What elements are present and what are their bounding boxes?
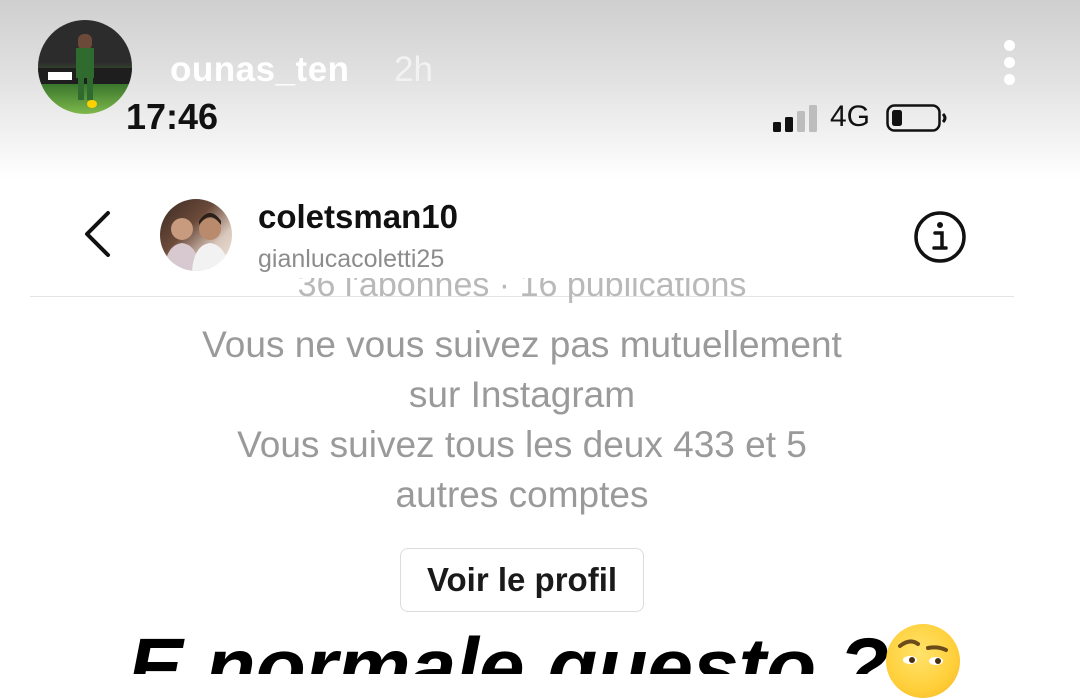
mutual-line: Vous suivez tous les deux 433 et 5 xyxy=(237,424,807,465)
mutual-info: Vous ne vous suivez pas mutuellement sur… xyxy=(0,320,1044,520)
story-timestamp: 2h xyxy=(394,50,433,89)
dm-handle: gianlucacoletti25 xyxy=(258,245,445,273)
story-caption: E normale questo ? xyxy=(128,622,888,674)
mutual-line: autres comptes xyxy=(395,474,649,515)
signal-bars-icon xyxy=(773,105,817,132)
network-type: 4G xyxy=(830,100,871,133)
status-clock: 17:46 xyxy=(126,96,219,137)
mutual-line: Vous ne vous suivez pas mutuellement xyxy=(202,324,842,365)
profile-stats-partial: 36 l'abonnés · 16 publications xyxy=(297,278,747,304)
story-header-background xyxy=(0,0,1080,180)
view-profile-button[interactable]: Voir le profil xyxy=(400,548,644,612)
dm-username[interactable]: coletsman10 xyxy=(258,198,458,236)
raised-eyebrow-emoji-icon xyxy=(886,624,960,698)
story-avatar[interactable] xyxy=(38,20,132,114)
mutual-line: sur Instagram xyxy=(408,374,636,415)
chevron-left-icon[interactable] xyxy=(80,210,114,258)
battery-low-icon xyxy=(886,104,947,132)
info-circle-icon[interactable] xyxy=(913,210,967,264)
story-username[interactable]: ounas_ten xyxy=(170,50,350,90)
dm-avatar[interactable] xyxy=(160,199,232,271)
more-vertical-icon[interactable] xyxy=(998,40,1020,92)
